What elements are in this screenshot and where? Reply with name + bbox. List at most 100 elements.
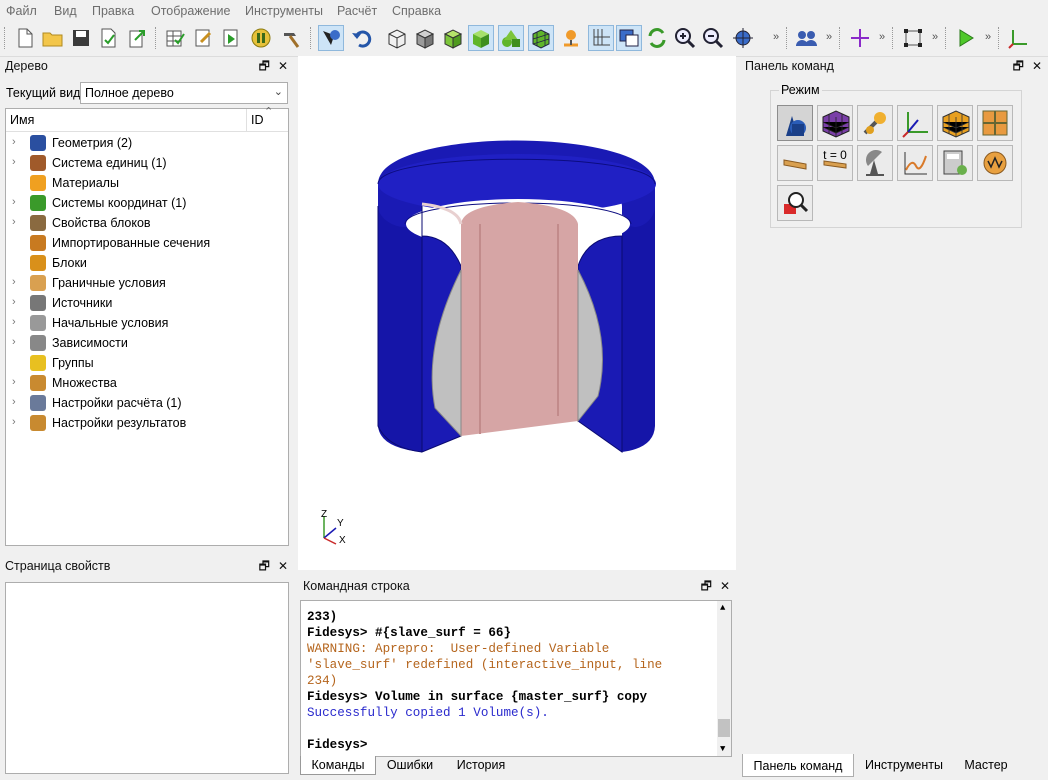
tree-item[interactable]: Материалы: [6, 173, 286, 193]
mesh-cube-icon[interactable]: [528, 25, 554, 51]
zoom-out-icon[interactable]: [700, 25, 726, 51]
properties-content[interactable]: [5, 582, 289, 774]
undo-icon[interactable]: [348, 25, 374, 51]
wireframe-cube-icon[interactable]: [384, 25, 410, 51]
graphics-viewport[interactable]: Z Y X: [298, 56, 736, 570]
play-script-icon[interactable]: [218, 25, 244, 51]
pick-mode-icon[interactable]: [318, 25, 344, 51]
tree-item[interactable]: › Геометрия (2): [6, 133, 286, 153]
toolbar-overflow[interactable]: »: [879, 31, 885, 43]
users-icon[interactable]: [794, 25, 820, 51]
boundary-mode-icon[interactable]: [777, 145, 813, 181]
run-icon[interactable]: [953, 25, 979, 51]
tree-item[interactable]: › Множества: [6, 373, 286, 393]
column-id-header[interactable]: ID: [251, 113, 264, 127]
pin-icon[interactable]: [558, 25, 584, 51]
chevron-right-icon[interactable]: ›: [12, 376, 16, 388]
scroll-thumb[interactable]: [718, 719, 730, 737]
scroll-up-icon[interactable]: ▲: [720, 603, 725, 613]
tree-item[interactable]: › Система единиц (1): [6, 153, 286, 173]
tab-tools[interactable]: Инструменты: [856, 754, 952, 776]
windows-icon[interactable]: [616, 25, 642, 51]
tab-command-panel[interactable]: Панель команд: [742, 754, 854, 777]
table-check-icon[interactable]: [162, 25, 188, 51]
console-scrollbar[interactable]: ▲ ▼: [717, 601, 731, 756]
crosshair-icon[interactable]: [847, 25, 873, 51]
save-as-icon[interactable]: [96, 25, 122, 51]
toolbar-overflow[interactable]: »: [773, 31, 779, 43]
blocks-mode-icon[interactable]: [937, 105, 973, 141]
tree-item[interactable]: › Начальные условия: [6, 313, 286, 333]
chevron-right-icon[interactable]: ›: [12, 196, 16, 208]
tree-view[interactable]: Имя ID ⌃ › Геометрия (2) › Система единиц (…: [5, 106, 289, 546]
results-mode-icon[interactable]: [977, 145, 1013, 181]
inspect-mode-icon[interactable]: [777, 185, 813, 221]
new-file-icon[interactable]: [12, 25, 38, 51]
toolbar-overflow[interactable]: »: [932, 31, 938, 43]
float-icon[interactable]: 🗗: [1013, 59, 1024, 73]
materials-mode-icon[interactable]: [857, 105, 893, 141]
refresh-icon[interactable]: [644, 25, 670, 51]
analysis-mode-icon[interactable]: [937, 145, 973, 181]
tree-item[interactable]: › Граничные условия: [6, 273, 286, 293]
close-icon[interactable]: ✕: [720, 579, 730, 593]
tree-item[interactable]: › Источники: [6, 293, 286, 313]
tree-item[interactable]: Блоки: [6, 253, 286, 273]
initial-conditions-mode-icon[interactable]: t = 0: [817, 145, 853, 181]
save-icon[interactable]: [68, 25, 94, 51]
close-icon[interactable]: ✕: [278, 59, 288, 73]
open-folder-icon[interactable]: [40, 25, 66, 51]
menu-tools[interactable]: Инструменты: [245, 4, 323, 18]
chevron-right-icon[interactable]: ›: [12, 216, 16, 228]
chevron-right-icon[interactable]: ›: [12, 416, 16, 428]
geometry-shapes-icon[interactable]: [498, 25, 524, 51]
tree-item[interactable]: › Свойства блоков: [6, 213, 286, 233]
tab-commands[interactable]: Команды: [300, 756, 376, 775]
sources-mode-icon[interactable]: [857, 145, 893, 181]
tree-item[interactable]: › Настройки результатов: [6, 413, 286, 433]
mesh-mode-icon[interactable]: [817, 105, 853, 141]
tree-item[interactable]: › Настройки расчёта (1): [6, 393, 286, 413]
hidden-line-cube-icon[interactable]: [412, 25, 438, 51]
menu-help[interactable]: Справка: [392, 4, 441, 18]
scroll-down-icon[interactable]: ▼: [720, 744, 725, 754]
zoom-in-icon[interactable]: [672, 25, 698, 51]
float-icon[interactable]: 🗗: [259, 59, 270, 73]
journal-edit-icon[interactable]: [190, 25, 216, 51]
bounding-box-icon[interactable]: [900, 25, 926, 51]
sets-mode-icon[interactable]: [977, 105, 1013, 141]
coordinates-mode-icon[interactable]: [897, 105, 933, 141]
menu-file[interactable]: Файл: [6, 4, 37, 18]
chevron-right-icon[interactable]: ›: [12, 136, 16, 148]
chevron-right-icon[interactable]: ›: [12, 276, 16, 288]
console-output[interactable]: 233) Fidesys> #{slave_surf = 66} WARNING: …: [300, 600, 732, 757]
chevron-right-icon[interactable]: ›: [12, 396, 16, 408]
tab-errors[interactable]: Ошибки: [378, 756, 442, 774]
close-icon[interactable]: ✕: [1032, 59, 1042, 73]
tree-item[interactable]: › Системы координат (1): [6, 193, 286, 213]
export-icon[interactable]: [124, 25, 150, 51]
chevron-right-icon[interactable]: ›: [12, 156, 16, 168]
fit-view-icon[interactable]: [730, 25, 756, 51]
menu-display[interactable]: Отображение: [151, 4, 230, 18]
pause-icon[interactable]: [248, 25, 274, 51]
toolbar-overflow[interactable]: »: [826, 31, 832, 43]
smooth-shade-cube-icon[interactable]: [440, 25, 466, 51]
chevron-right-icon[interactable]: ›: [12, 336, 16, 348]
shaded-cube-icon[interactable]: [468, 25, 494, 51]
menu-edit[interactable]: Правка: [92, 4, 134, 18]
close-icon[interactable]: ✕: [278, 559, 288, 573]
dependencies-mode-icon[interactable]: [897, 145, 933, 181]
float-icon[interactable]: 🗗: [259, 559, 270, 573]
geometry-mode-icon[interactable]: [777, 105, 813, 141]
tab-history[interactable]: История: [446, 756, 516, 774]
tree-item[interactable]: › Зависимости: [6, 333, 286, 353]
toolbar-overflow[interactable]: »: [985, 31, 991, 43]
tree-item[interactable]: Импортированные сечения: [6, 233, 286, 253]
axes-grid-icon[interactable]: [588, 25, 614, 51]
menu-calculation[interactable]: Расчёт: [337, 4, 377, 18]
tab-wizard[interactable]: Мастер: [956, 754, 1016, 776]
hammer-icon[interactable]: [278, 25, 304, 51]
column-name-header[interactable]: Имя: [10, 113, 34, 127]
chevron-right-icon[interactable]: ›: [12, 296, 16, 308]
